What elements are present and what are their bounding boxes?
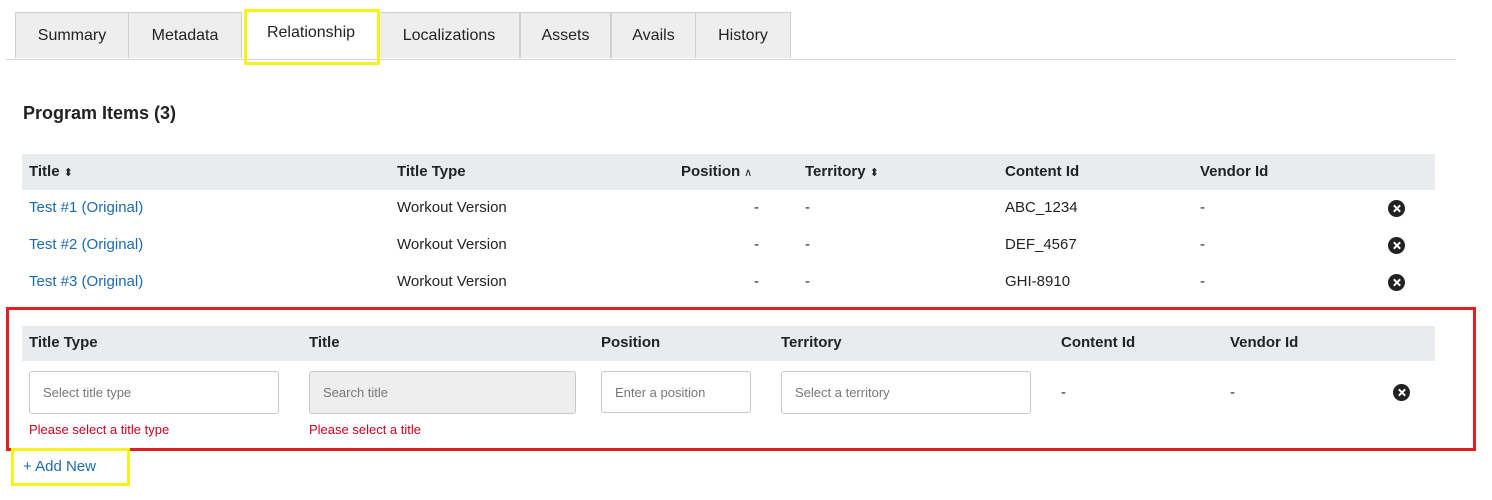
row-content-id: DEF_4567 bbox=[1005, 236, 1077, 253]
add-new-button[interactable]: + Add New bbox=[23, 458, 96, 475]
header-position[interactable]: Position ∧ bbox=[681, 163, 752, 180]
title-type-select[interactable] bbox=[29, 371, 279, 414]
row-content-id: GHI-8910 bbox=[1005, 273, 1071, 290]
header-vendor-id: Vendor Id bbox=[1200, 163, 1269, 180]
remove-row-icon[interactable] bbox=[1388, 237, 1405, 254]
row-title-type: Workout Version bbox=[397, 273, 507, 290]
header-title-type: Title Type bbox=[397, 163, 466, 180]
row-position: - bbox=[754, 236, 759, 253]
header-content-id: Content Id bbox=[1005, 163, 1080, 180]
header-territory[interactable]: Territory ⬍ bbox=[805, 163, 879, 180]
header-territory: Territory bbox=[781, 334, 842, 351]
items-table-header: Title ⬍ Title Type Position ∧ Territory ⬍ C… bbox=[22, 154, 1435, 190]
tab-localizations[interactable]: Localizations bbox=[378, 12, 520, 58]
row-title-type: Workout Version bbox=[397, 236, 507, 253]
row-title-link[interactable]: Test #2 (Original) bbox=[29, 236, 143, 253]
remove-row-icon[interactable] bbox=[1388, 200, 1405, 217]
header-title: Title bbox=[309, 334, 340, 351]
sort-asc-icon[interactable]: ∧ bbox=[744, 167, 752, 179]
remove-new-item-icon[interactable] bbox=[1393, 384, 1410, 401]
tab-summary[interactable]: Summary bbox=[15, 12, 129, 58]
sort-both-icon[interactable]: ⬍ bbox=[870, 167, 879, 179]
row-title-type: Workout Version bbox=[397, 199, 507, 216]
section-title: Program Items (3) bbox=[23, 103, 177, 123]
header-title-type: Title Type bbox=[29, 334, 98, 351]
tab-divider bbox=[6, 59, 1456, 60]
header-title[interactable]: Title ⬍ bbox=[29, 163, 73, 180]
new-item-header: Title Type Title Position Territory Cont… bbox=[22, 326, 1435, 361]
title-type-error: Please select a title type bbox=[29, 422, 170, 437]
tab-metadata[interactable]: Metadata bbox=[128, 12, 242, 58]
remove-row-icon[interactable] bbox=[1388, 274, 1405, 291]
new-vendor-id: - bbox=[1230, 384, 1235, 401]
tab-history[interactable]: History bbox=[695, 12, 791, 58]
title-search-input[interactable] bbox=[309, 371, 576, 414]
new-content-id: - bbox=[1061, 384, 1066, 401]
territory-select[interactable] bbox=[781, 371, 1031, 414]
sort-both-icon[interactable]: ⬍ bbox=[64, 167, 73, 179]
tab-avails[interactable]: Avails bbox=[611, 12, 696, 58]
tab-relationship[interactable]: Relationship bbox=[244, 10, 378, 60]
header-position: Position bbox=[601, 334, 661, 351]
row-territory: - bbox=[805, 199, 810, 216]
row-vendor-id: - bbox=[1200, 199, 1205, 216]
row-vendor-id: - bbox=[1200, 236, 1205, 253]
row-vendor-id: - bbox=[1200, 273, 1205, 290]
title-error: Please select a title bbox=[309, 422, 422, 437]
header-content-id: Content Id bbox=[1061, 334, 1136, 351]
row-position: - bbox=[754, 199, 759, 216]
row-content-id: ABC_1234 bbox=[1005, 199, 1078, 216]
tab-assets[interactable]: Assets bbox=[520, 12, 611, 58]
position-input[interactable] bbox=[601, 371, 751, 413]
tab-bar: Summary Metadata Relationship Localizati… bbox=[0, 0, 1492, 60]
row-position: - bbox=[754, 273, 759, 290]
row-territory: - bbox=[805, 273, 810, 290]
header-vendor-id: Vendor Id bbox=[1230, 334, 1299, 351]
row-territory: - bbox=[805, 236, 810, 253]
row-title-link[interactable]: Test #3 (Original) bbox=[29, 273, 143, 290]
row-title-link[interactable]: Test #1 (Original) bbox=[29, 199, 143, 216]
